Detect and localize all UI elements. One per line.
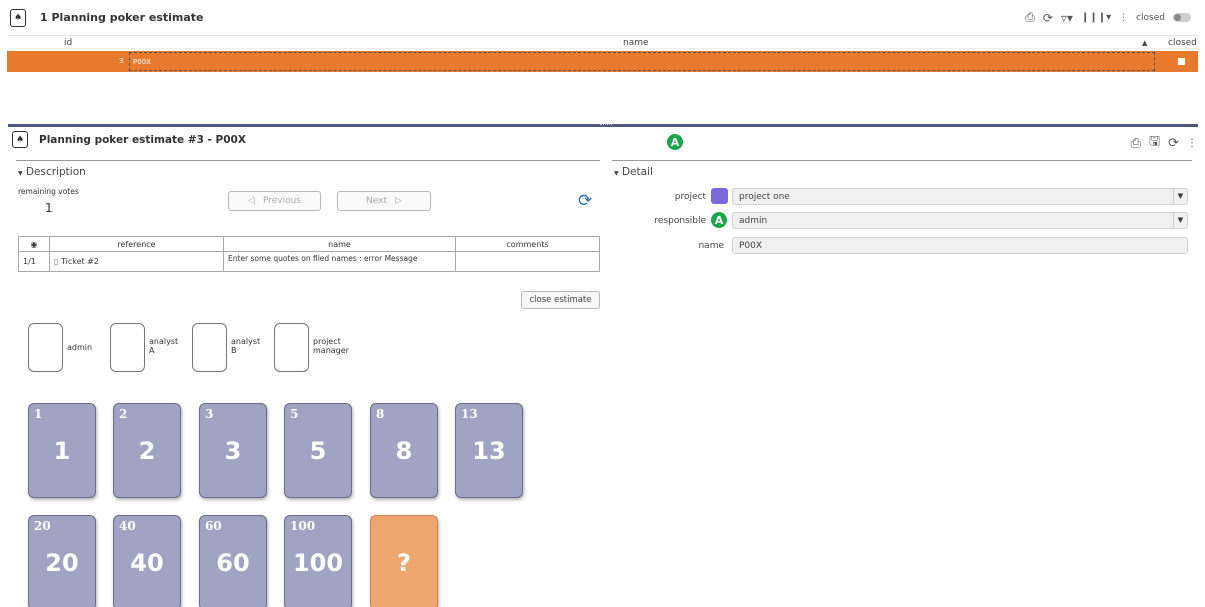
refresh-icon[interactable]: ⟳ <box>1168 136 1179 151</box>
filter-icon[interactable]: ▿▾ <box>1061 11 1073 25</box>
project-color-swatch <box>711 188 728 204</box>
sort-asc-icon[interactable]: ▲ <box>1142 39 1147 47</box>
poker-cards-icon: ♠ <box>10 9 26 27</box>
poker-card-unknown[interactable]: ? <box>370 515 438 607</box>
detail-section-header[interactable]: ▼ Detail <box>614 166 653 178</box>
poker-card-5[interactable]: 55 <box>284 403 352 498</box>
name-field[interactable]: P00X <box>732 237 1188 254</box>
poker-cards-icon: ♠ <box>12 131 28 148</box>
list-toolbar: ⎙ ⟳ ▿▾ ❙❙❙▾ ⋮ closed <box>1025 10 1191 25</box>
row-reference: Ticket #2 <box>60 257 99 266</box>
closed-toggle[interactable] <box>1173 13 1191 22</box>
poker-card-2[interactable]: 22 <box>113 403 181 498</box>
voter-name: admin <box>67 343 93 352</box>
detail-toolbar: ⎙ 🖫 ⟳ ⋮ <box>1131 132 1197 154</box>
name-label: name <box>698 241 724 251</box>
tickets-table: ◉ reference name comments 1/1 ▯ Ticket #… <box>18 236 600 272</box>
more-vertical-icon[interactable]: ⋮ <box>1187 138 1197 149</box>
more-vertical-icon[interactable]: ⋮ <box>1119 13 1128 23</box>
row-name: Enter some quotes on filed names : error… <box>223 251 456 272</box>
voter-card <box>28 323 63 372</box>
previous-button[interactable]: ◁ Previous <box>228 191 321 211</box>
poker-card-13[interactable]: 13 13 <box>455 403 523 498</box>
remaining-votes-label: remaining votes <box>18 187 79 196</box>
chevron-down-icon[interactable]: ▼ <box>1173 188 1187 205</box>
next-button[interactable]: Next ▷ <box>337 191 431 211</box>
user-avatar[interactable]: A <box>667 134 683 150</box>
table-row[interactable]: 1/1 ▯ Ticket #2 Enter some quotes on fil… <box>18 251 600 272</box>
triangle-right-icon: ▷ <box>395 196 402 206</box>
panel-splitter[interactable] <box>8 124 1198 127</box>
responsible-select[interactable]: admin ▼ <box>732 212 1188 229</box>
poker-card-60[interactable]: 60 60 <box>199 515 267 607</box>
refresh-votes-icon[interactable]: ⟳ <box>578 191 598 211</box>
voter-name: project manager <box>313 337 349 355</box>
poker-card-8[interactable]: 88 <box>370 403 438 498</box>
voter-card <box>274 323 309 372</box>
ticket-icon: ▯ <box>54 257 59 266</box>
poker-card-1[interactable]: 11 <box>28 403 96 498</box>
save-icon[interactable]: 🖫 <box>1149 132 1160 154</box>
closed-toggle-label: closed <box>1136 12 1165 23</box>
project-label: project <box>674 192 706 202</box>
remaining-votes-value: 1 <box>45 201 53 215</box>
new-item-icon[interactable]: ⎙ <box>1131 136 1141 151</box>
voter-name: analyst B <box>231 337 261 355</box>
column-header-name[interactable]: name <box>623 38 649 48</box>
columns-icon[interactable]: ❙❙❙▾ <box>1081 12 1111 23</box>
responsible-avatar: A <box>711 212 727 228</box>
chevron-down-icon[interactable]: ▼ <box>1173 212 1187 229</box>
project-select[interactable]: project one ▼ <box>732 188 1188 205</box>
row-comments <box>455 251 600 272</box>
voter-card <box>110 323 145 372</box>
voter-name: analyst A <box>149 337 179 355</box>
close-estimate-button[interactable]: close estimate <box>521 291 600 309</box>
voter-card <box>192 323 227 372</box>
table-row[interactable]: 3 P00X <box>7 51 1198 72</box>
list-header: id name ▲ closed <box>8 35 1198 49</box>
poker-card-100[interactable]: 100 100 <box>284 515 352 607</box>
row-name: P00X <box>129 52 1155 71</box>
poker-card-20[interactable]: 20 20 <box>28 515 96 607</box>
column-header-comments: comments <box>455 236 600 252</box>
poker-card-40[interactable]: 40 40 <box>113 515 181 607</box>
refresh-icon[interactable]: ⟳ <box>1043 11 1053 25</box>
column-header-id[interactable]: id <box>64 38 72 48</box>
section-divider <box>612 160 1192 161</box>
triangle-left-icon: ◁ <box>248 196 255 206</box>
detail-title: Planning poker estimate #3 - P00X <box>39 134 246 146</box>
row-closed-checkbox[interactable] <box>1178 58 1185 65</box>
section-divider <box>16 160 600 161</box>
row-count: 1/1 <box>18 251 50 272</box>
list-title: 1 Planning poker estimate <box>40 11 204 24</box>
row-id: 3 <box>119 57 124 65</box>
poker-card-3[interactable]: 33 <box>199 403 267 498</box>
column-header-name: name <box>223 236 456 252</box>
eye-icon[interactable]: ◉ <box>18 236 50 252</box>
new-item-icon[interactable]: ⎙ <box>1025 10 1035 25</box>
column-header-reference: reference <box>49 236 224 252</box>
column-header-closed[interactable]: closed <box>1168 38 1197 48</box>
responsible-label: responsible <box>654 216 706 226</box>
description-section-header[interactable]: ▼ Description <box>18 166 86 178</box>
